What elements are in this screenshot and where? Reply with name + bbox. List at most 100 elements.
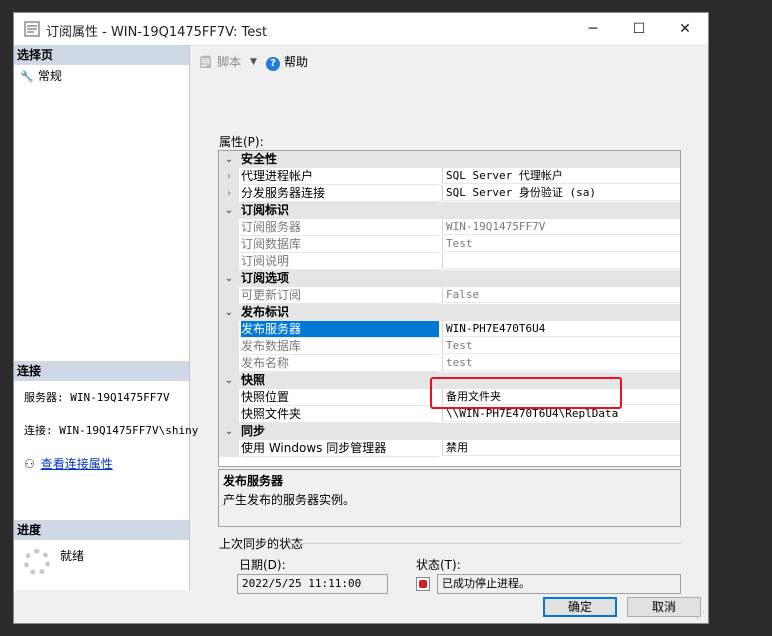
connection-header: 连接 bbox=[14, 361, 189, 381]
sync-date-label: 日期(D): bbox=[239, 558, 286, 572]
row-gutter bbox=[219, 219, 239, 236]
description-panel: 发布服务器 产生发布的服务器实例。 bbox=[218, 469, 681, 527]
maximize-button[interactable]: ☐ bbox=[616, 13, 662, 45]
property-name: 可更新订阅 bbox=[241, 287, 439, 304]
expand-chevron-icon[interactable]: › bbox=[219, 185, 239, 202]
title-bar: 订阅属性 - WIN-19Q1475FF7V: Test ─ ☐ ✕ bbox=[14, 13, 708, 46]
row-gutter bbox=[219, 321, 239, 338]
property-value[interactable]: WIN-19Q1475FF7V bbox=[442, 219, 680, 235]
property-row[interactable]: 可更新订阅 False bbox=[219, 287, 680, 304]
property-value[interactable]: False bbox=[442, 287, 680, 303]
window-title: 订阅属性 - WIN-19Q1475FF7V: Test bbox=[46, 25, 268, 40]
ok-button[interactable]: 确定 bbox=[543, 597, 617, 617]
collapse-chevron-icon[interactable]: ⌄ bbox=[219, 270, 239, 287]
property-name: 快照 bbox=[241, 373, 266, 387]
row-gutter bbox=[219, 406, 239, 423]
property-row[interactable]: 发布数据库 Test bbox=[219, 338, 680, 355]
property-name: 发布标识 bbox=[241, 305, 290, 319]
property-row[interactable]: 发布名称 test bbox=[219, 355, 680, 372]
stopped-status-icon bbox=[416, 577, 430, 591]
property-value[interactable]: SQL Server 代理帐户 bbox=[442, 168, 680, 184]
description-title: 发布服务器 bbox=[223, 474, 284, 488]
property-value[interactable]: Test bbox=[442, 338, 680, 354]
cancel-button[interactable]: 取消 bbox=[627, 597, 701, 617]
property-row[interactable]: 使用 Windows 同步管理器 禁用 bbox=[219, 440, 680, 457]
sidebar: 选择页 🔧 常规 连接 服务器: WIN-19Q1475FF7V 连接: WIN… bbox=[14, 45, 198, 590]
property-name: 快照位置 bbox=[241, 389, 439, 406]
row-gutter bbox=[219, 440, 239, 457]
property-row[interactable]: 订阅服务器 WIN-19Q1475FF7V bbox=[219, 219, 680, 236]
server-info: 服务器: WIN-19Q1475FF7V bbox=[24, 391, 170, 404]
property-name: 代理进程帐户 bbox=[241, 168, 439, 185]
property-grid[interactable]: ⌄ 安全性 › 代理进程帐户 SQL Server 代理帐户 › 分发服务器连接 SQL Se… bbox=[218, 150, 681, 467]
property-name: 安全性 bbox=[241, 152, 278, 166]
property-row[interactable]: 订阅数据库 Test bbox=[219, 236, 680, 253]
row-gutter bbox=[219, 389, 239, 406]
progress-spinner-icon bbox=[24, 549, 50, 575]
collapse-chevron-icon[interactable]: ⌄ bbox=[219, 423, 239, 440]
resize-grip-icon[interactable]: ⋰ bbox=[696, 611, 705, 621]
property-name: 订阅标识 bbox=[241, 203, 290, 217]
property-name: 快照文件夹 bbox=[241, 406, 439, 423]
close-button[interactable]: ✕ bbox=[662, 13, 708, 45]
collapse-chevron-icon[interactable]: ⌄ bbox=[219, 304, 239, 321]
property-name: 订阅数据库 bbox=[241, 236, 439, 253]
sidebar-item-general[interactable]: 🔧 常规 bbox=[20, 67, 62, 85]
help-icon: ? bbox=[266, 57, 280, 71]
script-dropdown-arrow-icon[interactable]: ▼ bbox=[250, 53, 257, 71]
property-category-row[interactable]: ⌄ 安全性 bbox=[219, 151, 680, 168]
row-gutter bbox=[219, 236, 239, 253]
description-text: 产生发布的服务器实例。 bbox=[223, 493, 356, 507]
sidebar-item-label: 常规 bbox=[37, 69, 62, 83]
connection-icon: ⚇ bbox=[24, 457, 35, 471]
property-name: 发布数据库 bbox=[241, 338, 439, 355]
wrench-icon: 🔧 bbox=[20, 70, 34, 83]
help-label: 帮助 bbox=[284, 55, 309, 69]
property-value[interactable]: test bbox=[442, 355, 680, 371]
main-panel: 🗒 脚本 ▼ ? 帮助 属性(P): ⌄ 安全性 › 代理进程帐户 SQL Server … bbox=[190, 45, 708, 594]
view-connection-link-label: 查看连接属性 bbox=[40, 457, 113, 471]
collapse-chevron-icon[interactable]: ⌄ bbox=[219, 372, 239, 389]
property-category-row[interactable]: ⌄ 订阅标识 bbox=[219, 202, 680, 219]
property-row[interactable]: › 代理进程帐户 SQL Server 代理帐户 bbox=[219, 168, 680, 185]
property-category-row[interactable]: ⌄ 发布标识 bbox=[219, 304, 680, 321]
property-name: 使用 Windows 同步管理器 bbox=[241, 440, 439, 457]
progress-header: 进度 bbox=[14, 520, 189, 540]
property-category-row[interactable]: ⌄ 同步 bbox=[219, 423, 680, 440]
property-category-row[interactable]: ⌄ 订阅选项 bbox=[219, 270, 680, 287]
row-gutter bbox=[219, 355, 239, 372]
property-name: 分发服务器连接 bbox=[241, 185, 439, 202]
property-name: 订阅服务器 bbox=[241, 219, 439, 236]
property-row[interactable]: 发布服务器 WIN-PH7E470T6U4 bbox=[219, 321, 680, 338]
property-value[interactable] bbox=[442, 253, 680, 269]
collapse-chevron-icon[interactable]: ⌄ bbox=[219, 202, 239, 219]
property-name: 发布服务器 bbox=[241, 321, 439, 338]
property-value[interactable]: WIN-PH7E470T6U4 bbox=[442, 321, 680, 337]
row-gutter bbox=[219, 338, 239, 355]
sync-divider bbox=[290, 543, 681, 544]
subscription-properties-window: 订阅属性 - WIN-19Q1475FF7V: Test ─ ☐ ✕ 选择页 🔧… bbox=[13, 12, 709, 624]
expand-chevron-icon[interactable]: › bbox=[219, 168, 239, 185]
sync-status-field[interactable]: 已成功停止进程。 bbox=[437, 574, 681, 594]
minimize-button[interactable]: ─ bbox=[570, 13, 616, 45]
script-label: 脚本 bbox=[217, 55, 242, 69]
property-value[interactable]: Test bbox=[442, 236, 680, 252]
properties-window-icon bbox=[24, 21, 40, 37]
help-button[interactable]: ? 帮助 bbox=[266, 53, 308, 71]
row-gutter bbox=[219, 253, 239, 270]
property-name: 订阅选项 bbox=[241, 271, 290, 285]
property-value[interactable]: 禁用 bbox=[442, 440, 680, 456]
progress-status: 就绪 bbox=[60, 549, 85, 563]
property-value[interactable]: SQL Server 身份验证 (sa) bbox=[442, 185, 680, 201]
sync-status-label: 状态(T): bbox=[416, 558, 461, 572]
property-row[interactable]: 订阅说明 bbox=[219, 253, 680, 270]
collapse-chevron-icon[interactable]: ⌄ bbox=[219, 151, 239, 168]
property-name: 同步 bbox=[241, 424, 266, 438]
property-row[interactable]: › 分发服务器连接 SQL Server 身份验证 (sa) bbox=[219, 185, 680, 202]
snapshot-folder-highlight bbox=[430, 377, 622, 409]
view-connection-properties-link[interactable]: ⚇ 查看连接属性 bbox=[24, 455, 113, 472]
script-icon: 🗒 bbox=[198, 55, 214, 69]
script-button[interactable]: 🗒 脚本 bbox=[198, 53, 241, 71]
properties-label: 属性(P): bbox=[219, 135, 264, 149]
sync-date-field[interactable]: 2022/5/25 11:11:00 bbox=[237, 574, 388, 594]
